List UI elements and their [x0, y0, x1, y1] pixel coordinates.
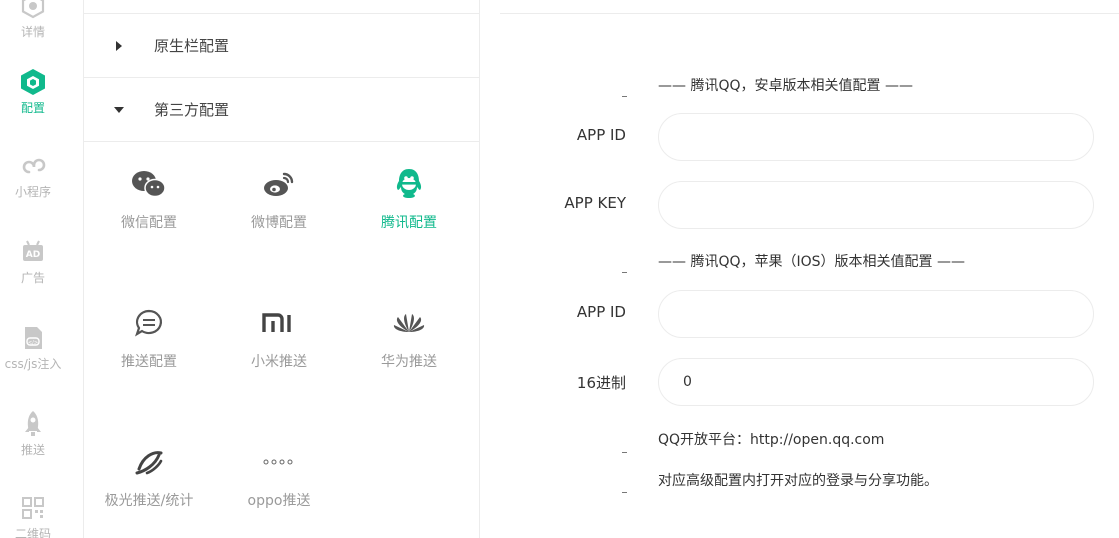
oppo-icon — [259, 442, 299, 482]
qrcode-icon — [17, 492, 49, 524]
rail-item-details[interactable]: 详情 — [0, 0, 66, 40]
android-app-key-label: APP KEY — [564, 194, 626, 212]
rail-label: 二维码 — [14, 527, 51, 538]
rail-item-css-js[interactable]: </> css/js注入 — [0, 322, 66, 372]
huawei-icon — [389, 303, 429, 343]
icon-rail: 详情 配置 小程序 AD 广告 </> css/js注入 推送 二维码 — [0, 0, 84, 538]
item-xiaomi-push[interactable]: 小米推送 — [214, 303, 344, 371]
ios-section-title: —— 腾讯QQ，苹果（IOS）版本相关值配置 —— — [658, 254, 965, 270]
chat-bubble-icon — [129, 303, 169, 343]
rail-label: 推送 — [20, 443, 45, 457]
hex-label: 16进制 — [576, 374, 626, 392]
section-native-bar[interactable]: 原生栏配置 — [84, 14, 480, 78]
svg-text:AD: AD — [26, 250, 40, 260]
item-label: 小米推送 — [251, 354, 307, 370]
bullet-dot — [622, 452, 627, 453]
rail-item-mini-program[interactable]: 小程序 — [0, 150, 66, 200]
item-label: 微信配置 — [121, 215, 177, 231]
rocket-icon — [17, 408, 49, 440]
section-label: 第三方配置 — [154, 101, 230, 119]
qq-open-platform-text: QQ开放平台：http://open.qq.com — [658, 432, 885, 448]
hex-input[interactable] — [658, 358, 1094, 406]
item-label: oppo推送 — [247, 493, 311, 509]
divider — [500, 13, 1119, 14]
item-huawei-push[interactable]: 华为推送 — [344, 303, 474, 371]
rail-item-push[interactable]: 推送 — [0, 408, 66, 458]
qq-icon — [389, 164, 429, 204]
rail-label: css/js注入 — [4, 357, 62, 371]
caret-down-icon — [84, 106, 154, 114]
config-cube-icon — [17, 66, 49, 98]
item-label: 华为推送 — [381, 354, 437, 370]
android-section-title: —— 腾讯QQ，安卓版本相关值配置 —— — [658, 78, 913, 94]
details-icon — [17, 0, 49, 22]
code-file-icon: </> — [17, 322, 49, 354]
tencent-config-form: —— 腾讯QQ，安卓版本相关值配置 —— APP ID APP KEY —— 腾… — [480, 0, 1119, 538]
item-label: 推送配置 — [121, 354, 177, 370]
svg-text:</>: </> — [28, 340, 38, 346]
section-third-party[interactable]: 第三方配置 — [84, 78, 480, 142]
rail-item-config[interactable]: 配置 — [0, 66, 66, 116]
rail-label: 小程序 — [14, 185, 51, 199]
ad-icon: AD — [17, 236, 49, 268]
android-app-id-label: APP ID — [576, 126, 626, 144]
caret-right-icon — [84, 40, 154, 51]
app-root: 详情 配置 小程序 AD 广告 </> css/js注入 推送 二维码 原生栏配… — [0, 0, 1119, 538]
item-label: 极光推送/统计 — [104, 493, 194, 509]
android-app-key-input[interactable] — [658, 181, 1094, 229]
ios-app-id-input[interactable] — [658, 290, 1094, 338]
bullet-dot — [622, 492, 627, 493]
rail-item-qrcode[interactable]: 二维码 — [0, 492, 66, 538]
jpush-icon — [129, 442, 169, 482]
item-push-config[interactable]: 推送配置 — [84, 303, 214, 371]
advanced-config-note: 对应高级配置内打开对应的登录与分享功能。 — [658, 473, 938, 489]
item-jpush[interactable]: 极光推送/统计 — [84, 442, 214, 510]
item-wechat-config[interactable]: 微信配置 — [84, 164, 214, 232]
weibo-icon — [259, 164, 299, 204]
rail-label: 详情 — [20, 25, 45, 39]
bullet-dot — [622, 96, 627, 97]
rail-label: 广告 — [20, 271, 45, 285]
item-tencent-config[interactable]: 腾讯配置 — [344, 164, 474, 232]
rail-label: 配置 — [20, 101, 45, 115]
item-oppo-push[interactable]: oppo推送 — [214, 442, 344, 510]
wechat-icon — [129, 164, 169, 204]
config-panel: 原生栏配置 第三方配置 微信配置 微博配置 腾讯配置 推送配置 小米推送 华为推… — [84, 0, 480, 538]
item-label: 腾讯配置 — [381, 215, 437, 231]
xiaomi-icon — [259, 303, 299, 343]
mini-program-icon — [17, 150, 49, 182]
ios-app-id-label: APP ID — [576, 303, 626, 321]
bullet-dot — [622, 272, 627, 273]
android-app-id-input[interactable] — [658, 113, 1094, 161]
item-weibo-config[interactable]: 微博配置 — [214, 164, 344, 232]
section-label: 原生栏配置 — [154, 37, 230, 55]
item-label: 微博配置 — [251, 215, 307, 231]
rail-item-ad[interactable]: AD 广告 — [0, 236, 66, 286]
